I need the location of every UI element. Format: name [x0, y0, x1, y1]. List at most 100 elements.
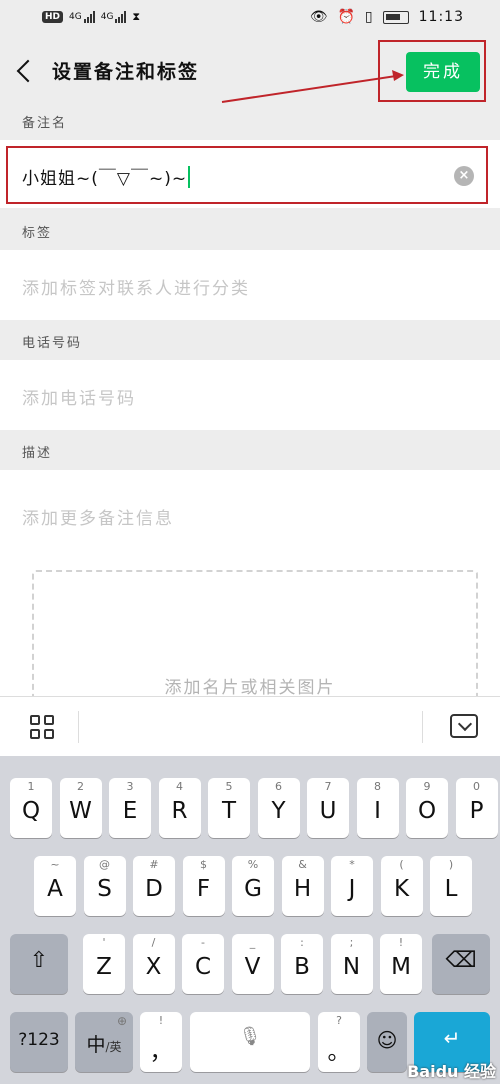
key-main-label: W: [69, 798, 92, 824]
comma-key[interactable]: ! ，: [140, 1012, 182, 1072]
key-a[interactable]: ~ A: [34, 856, 76, 916]
comma-key-sub: !: [158, 1014, 164, 1027]
enter-icon: ↵: [443, 1026, 461, 1050]
key-q[interactable]: 1Q: [10, 778, 52, 838]
key-main-label: Z: [96, 954, 112, 980]
key-b[interactable]: :B: [281, 934, 323, 994]
key-z[interactable]: ' Z: [83, 934, 125, 994]
tags-placeholder: 添加标签对联系人进行分类: [22, 279, 250, 299]
description-row[interactable]: 添加更多备注信息: [0, 470, 500, 560]
remark-name-input[interactable]: 小姐姐~(￣▽￣~)~ ×: [6, 146, 488, 204]
key-main-label: Y: [271, 798, 286, 824]
key-k[interactable]: (K: [380, 856, 423, 916]
backspace-icon: ⌫: [445, 948, 477, 973]
key-sub-label: $: [200, 858, 207, 871]
tags-section-label: 标签: [22, 226, 53, 241]
page-title: 设置备注和标签: [52, 61, 200, 83]
key-sub-label: &: [298, 858, 307, 871]
signal-icon: [115, 11, 127, 23]
key-main-label: J: [348, 876, 356, 902]
key-o[interactable]: 9O: [406, 778, 448, 838]
shift-icon: ⇧: [29, 948, 49, 973]
card-image-area[interactable]: 添加名片或相关图片: [0, 560, 500, 710]
key-i[interactable]: 8I: [356, 778, 399, 838]
key-main-label: T: [221, 798, 237, 824]
key-g[interactable]: % G: [232, 856, 274, 916]
key-main-label: B: [294, 954, 310, 980]
key-sub-label: #: [149, 858, 159, 871]
key-l[interactable]: ) L: [430, 856, 472, 916]
microphone-icon: 🎙: [238, 1026, 262, 1047]
key-sub-label: ;: [349, 936, 354, 949]
network-label-2: 4G: [100, 12, 114, 22]
key-p[interactable]: 0P: [455, 778, 498, 838]
clear-icon[interactable]: ×: [454, 166, 474, 186]
done-button[interactable]: 完成: [406, 52, 480, 92]
key-sub-label: 1: [27, 780, 35, 793]
remark-name-value: 小姐姐~(￣▽￣~)~: [22, 164, 191, 189]
backspace-key[interactable]: ⌫: [432, 934, 490, 994]
baidu-watermark: Baidu 经验: [407, 1062, 496, 1081]
space-key[interactable]: 🎙: [190, 1012, 310, 1072]
key-sub-label: 6: [275, 780, 282, 793]
phone-section-label: 电话号码: [22, 336, 83, 351]
key-main-label: E: [122, 798, 138, 824]
grid-menu-icon[interactable]: [30, 715, 54, 739]
key-main-label: G: [244, 876, 262, 902]
phone-row[interactable]: 添加电话号码: [0, 360, 500, 430]
hide-keyboard-icon[interactable]: [450, 714, 478, 738]
key-main-label: P: [469, 798, 484, 824]
key-sub-label: %: [247, 858, 259, 871]
signal-icon: [83, 11, 95, 23]
status-bar: HD 4G 4G ⧗ 👁 ⏰ ▯ 11:13: [0, 0, 500, 40]
alarm-icon: ⏰: [337, 9, 355, 25]
key-t[interactable]: 5T: [208, 778, 250, 838]
toolbar-divider: [78, 711, 79, 743]
comma-key-label: ，: [149, 1039, 173, 1065]
key-sub-label: -: [201, 936, 205, 949]
shift-key[interactable]: ⇧: [10, 934, 68, 994]
key-main-label: K: [393, 876, 410, 902]
done-button-highlight: 完成: [378, 40, 486, 102]
eye-icon: 👁: [309, 9, 328, 25]
key-c[interactable]: -C: [182, 934, 224, 994]
key-e[interactable]: 3E: [109, 778, 151, 838]
key-u[interactable]: 7U: [307, 778, 349, 838]
key-sub-label: @: [99, 858, 110, 871]
lang-switch-key[interactable]: ⊕ 中/英: [75, 1012, 133, 1072]
key-main-label: H: [293, 876, 312, 902]
key-sub-label: 9: [423, 780, 431, 793]
key-main-label: M: [391, 954, 411, 980]
key-x[interactable]: / X: [132, 934, 175, 994]
key-main-label: V: [244, 954, 261, 980]
hd-badge: HD: [42, 11, 64, 23]
app-header: 设置备注和标签 完成: [0, 40, 500, 102]
key-n[interactable]: ; N: [330, 934, 373, 994]
key-main-label: I: [374, 798, 381, 824]
back-icon[interactable]: [14, 54, 36, 86]
key-j[interactable]: * J: [331, 856, 373, 916]
toolbar-divider: [422, 711, 423, 743]
num-switch-label: ?123: [18, 1030, 60, 1050]
key-r[interactable]: 4R: [158, 778, 201, 838]
key-sub-label: 3: [126, 780, 134, 793]
card-placeholder: 添加名片或相关图片: [164, 678, 336, 698]
key-m[interactable]: ! M: [380, 934, 422, 994]
key-h[interactable]: & H: [281, 856, 324, 916]
period-key[interactable]: ? 。: [318, 1012, 360, 1072]
key-sub-label: :: [300, 936, 304, 949]
key-y[interactable]: 6Y: [257, 778, 300, 838]
num-switch-key[interactable]: ?123: [10, 1012, 68, 1072]
lang-switch-label: 中/英: [86, 1034, 122, 1056]
key-sub-label: ~: [50, 858, 60, 871]
key-main-label: X: [145, 954, 162, 980]
key-sub-label: (: [399, 858, 404, 871]
emoji-key[interactable]: ☺: [367, 1012, 407, 1072]
remark-section-label: 备注名: [22, 116, 68, 131]
key-w[interactable]: 2W: [59, 778, 102, 838]
tags-row[interactable]: 添加标签对联系人进行分类: [0, 250, 500, 320]
key-f[interactable]: $ F: [182, 856, 225, 916]
key-d[interactable]: # D: [133, 856, 175, 916]
key-v[interactable]: _ V: [231, 934, 274, 994]
key-s[interactable]: @ S: [83, 856, 126, 916]
